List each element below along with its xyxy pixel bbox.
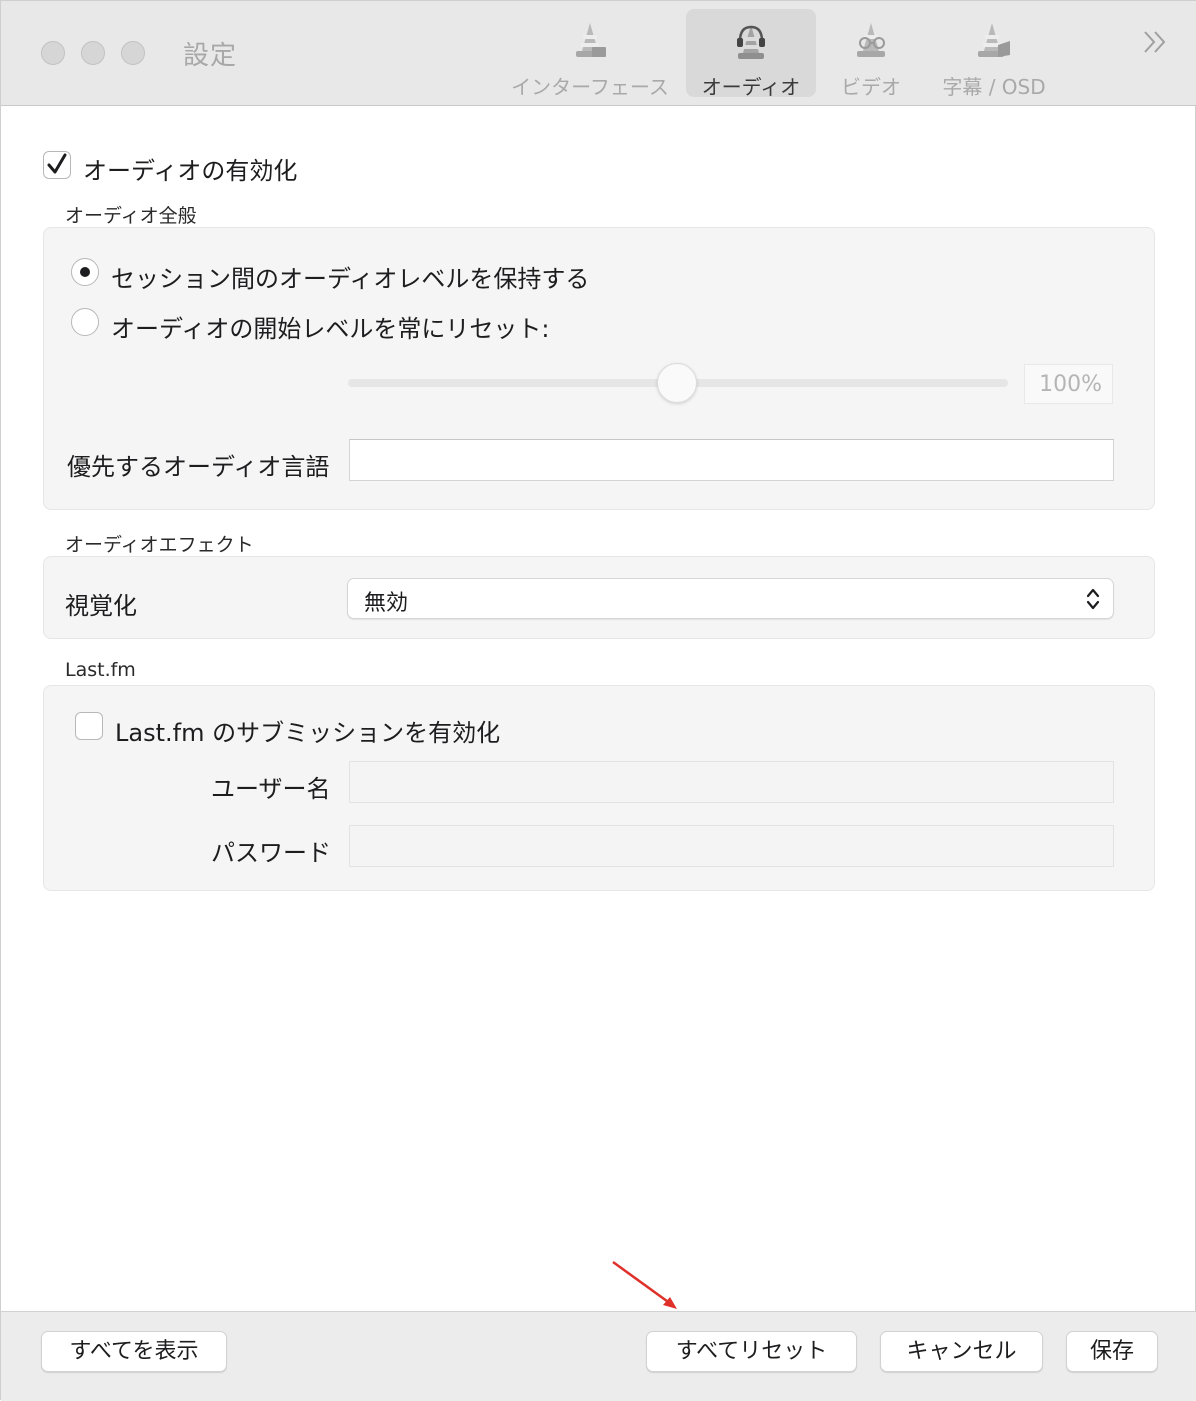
- lastfm-username-input[interactable]: [349, 761, 1114, 803]
- enable-audio-label: オーディオの有効化: [83, 157, 298, 185]
- lastfm-password-label: パスワード: [211, 839, 331, 867]
- reset-all-button[interactable]: すべてリセット: [646, 1331, 857, 1372]
- section-title-effects: オーディオエフェクト: [65, 534, 254, 556]
- double-chevron-right-icon[interactable]: [1141, 27, 1169, 65]
- vlc-cone-glasses-icon: [857, 23, 885, 57]
- zoom-window-button[interactable]: [121, 41, 145, 65]
- radio-selected-dot: [80, 267, 90, 277]
- close-window-button[interactable]: [41, 41, 65, 65]
- tab-interface[interactable]: インターフェース: [507, 9, 673, 99]
- save-button[interactable]: 保存: [1066, 1331, 1158, 1372]
- toolbar-overflow-chevron: [1144, 31, 1166, 53]
- tab-interface-label: インターフェース: [511, 75, 669, 99]
- vlc-cone-headphones-icon: [737, 25, 765, 59]
- tab-subtitles-osd[interactable]: 字幕 / OSD: [929, 9, 1059, 99]
- tab-video[interactable]: ビデオ: [831, 9, 911, 99]
- tab-audio-label: オーディオ: [701, 75, 801, 99]
- preferred-language-input[interactable]: [349, 439, 1114, 481]
- toolbar: 設定 インターフェース オーディオ ビデオ 字幕 / OSD: [1, 1, 1196, 106]
- visualization-select[interactable]: 無効: [347, 578, 1114, 619]
- lastfm-submission-checkbox[interactable]: [75, 712, 103, 740]
- radio-keep-level[interactable]: [71, 258, 99, 286]
- lastfm-submission-label: Last.fm のサブミッションを有効化: [115, 719, 501, 747]
- up-down-chevron-icon: [1086, 588, 1100, 610]
- minimize-window-button[interactable]: [81, 41, 105, 65]
- audio-level-slider-knob[interactable]: [657, 363, 697, 403]
- annotation-arrow-icon: [612, 1260, 677, 1309]
- lastfm-password-input[interactable]: [349, 825, 1114, 867]
- visualization-label: 視覚化: [65, 592, 137, 620]
- checkmark-icon: [47, 153, 67, 174]
- cancel-button[interactable]: キャンセル: [880, 1331, 1043, 1372]
- visualization-select-value: 無効: [364, 591, 409, 616]
- audio-level-value-field: 100%: [1024, 364, 1113, 404]
- radio-reset-level[interactable]: [71, 308, 99, 336]
- section-title-lastfm: Last.fm: [65, 659, 136, 681]
- lastfm-username-label: ユーザー名: [211, 775, 331, 803]
- enable-audio-checkbox[interactable]: [43, 151, 71, 179]
- tab-subtitles-osd-label: 字幕 / OSD: [942, 75, 1046, 99]
- tab-audio[interactable]: オーディオ: [686, 9, 816, 99]
- show-all-button[interactable]: すべてを表示: [41, 1331, 227, 1372]
- radio-keep-level-label: セッション間のオーディオレベルを保持する: [111, 265, 590, 293]
- radio-reset-level-label: オーディオの開始レベルを常にリセット:: [111, 315, 550, 343]
- preferences-window: 設定 インターフェース オーディオ ビデオ 字幕 / OSD オーディオの有効化…: [0, 0, 1196, 1401]
- window-title: 設定: [183, 41, 238, 71]
- vlc-cone-subtitle-icon: [978, 23, 1010, 57]
- section-title-general: オーディオ全般: [65, 205, 197, 227]
- tab-video-label: ビデオ: [841, 75, 901, 99]
- vlc-cone-interface-icon: [576, 23, 606, 57]
- preferred-language-label: 優先するオーディオ言語: [67, 453, 330, 481]
